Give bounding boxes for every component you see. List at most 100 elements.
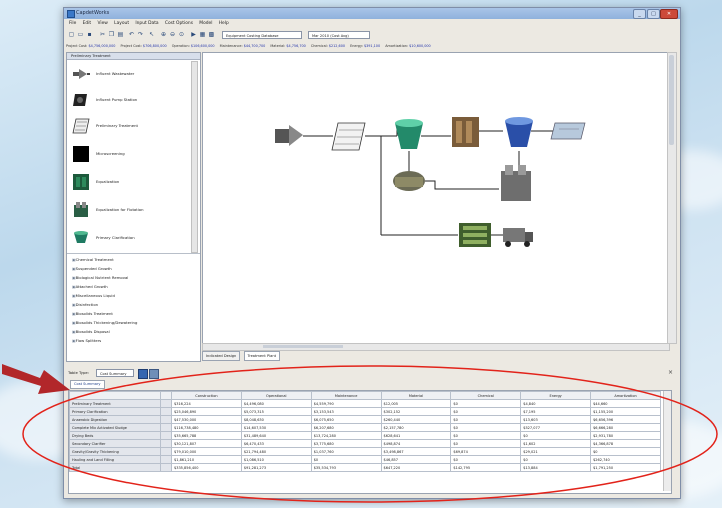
- drying-beds-node[interactable]: [459, 223, 491, 247]
- pointer-icon[interactable]: ↖: [148, 31, 155, 38]
- row-button[interactable]: [160, 415, 172, 424]
- table-row[interactable]: Gravity/Gravity Thickening $79,010,000 $21…: [69, 447, 661, 456]
- primary-clarifier-node[interactable]: [395, 119, 423, 149]
- toolbar: ▢ ▭ ▪ ✂ ❐ ▤ ↶ ↷ ↖ ⊕ ⊖ ⊙ ▶ ▦ ▩ Equipment …: [64, 29, 680, 41]
- palette-item-influent[interactable]: Influent Wastewater: [69, 63, 181, 85]
- table-cell: $0: [450, 423, 522, 432]
- close-icon[interactable]: ✕: [660, 9, 678, 19]
- run-icon[interactable]: ▶: [190, 31, 197, 38]
- row-button[interactable]: [160, 439, 172, 448]
- column-header[interactable]: Chemical: [450, 391, 522, 400]
- flowsheet-canvas[interactable]: [202, 52, 670, 344]
- table-cell: $1,602: [520, 439, 592, 448]
- hauling-truck-node[interactable]: [503, 228, 533, 247]
- palette-item-pump-station[interactable]: Influent Pump Station: [69, 89, 181, 111]
- palette-scrollbar[interactable]: [191, 61, 198, 253]
- table-row[interactable]: Primary Clarification $25,046,890 $5,073,3…: [69, 407, 661, 416]
- category-bnr[interactable]: Biological Nutrient Removal: [72, 275, 129, 280]
- menu-layout[interactable]: Layout: [114, 20, 129, 28]
- open-icon[interactable]: ▭: [77, 31, 84, 38]
- category-biosolids-thickening[interactable]: Biosolids Thickening/Dewatering: [72, 320, 138, 325]
- menu-model[interactable]: Model: [199, 20, 212, 28]
- palette-item-microscreening[interactable]: Microscreening: [69, 143, 181, 165]
- row-button[interactable]: [160, 455, 172, 464]
- column-header[interactable]: Maintenance: [310, 391, 382, 400]
- column-header[interactable]: Amortization: [590, 391, 661, 400]
- secondary-clarifier-node[interactable]: [505, 117, 533, 147]
- category-biosolids-disposal[interactable]: Biosolids Disposal: [72, 329, 110, 334]
- close-panel-icon[interactable]: ×: [668, 369, 673, 376]
- redo-icon[interactable]: ↷: [137, 31, 144, 38]
- table-icon[interactable]: ▩: [208, 31, 215, 38]
- table-row[interactable]: Total $335,856,400 $91,281,273 $35,534,793 $…: [69, 463, 661, 472]
- palette-item-preliminary[interactable]: Preliminary Treatment: [69, 115, 181, 137]
- column-header[interactable]: [69, 391, 161, 400]
- costing-database-select[interactable]: Equipment Costing Database: [222, 31, 302, 39]
- bar-screen-node[interactable]: [331, 122, 366, 151]
- column-header[interactable]: Energy: [520, 391, 592, 400]
- activated-sludge-node[interactable]: [452, 117, 479, 147]
- zoom-out-icon[interactable]: ⊖: [169, 31, 176, 38]
- column-header[interactable]: Construction: [171, 391, 242, 400]
- copy-icon[interactable]: ❐: [108, 31, 115, 38]
- category-attached-growth[interactable]: Attached Growth: [72, 284, 108, 289]
- title-bar[interactable]: CapdetWorks _ □ ✕: [64, 8, 680, 19]
- table-cell: $31,489,640: [240, 431, 312, 440]
- palette-item-primary-clarification[interactable]: Primary Clarification: [69, 227, 181, 249]
- menu-help[interactable]: Help: [219, 20, 229, 28]
- table-cell: $1,155,200: [590, 407, 661, 416]
- menu-view[interactable]: View: [97, 20, 107, 28]
- category-flow-splitters[interactable]: Flow Splitters: [72, 338, 102, 343]
- row-button[interactable]: [160, 423, 172, 432]
- cut-icon[interactable]: ✂: [99, 31, 106, 38]
- disinfection-node[interactable]: [550, 122, 586, 140]
- column-header[interactable]: Operational: [240, 391, 312, 400]
- zoom-in-icon[interactable]: ⊕: [160, 31, 167, 38]
- row-button[interactable]: [160, 431, 172, 440]
- canvas-vertical-scrollbar[interactable]: [667, 52, 677, 344]
- category-disinfection[interactable]: Disinfection: [72, 302, 98, 307]
- chart-icon[interactable]: ▦: [199, 31, 206, 38]
- table-scrollbar[interactable]: [663, 391, 671, 491]
- paste-icon[interactable]: ▤: [117, 31, 124, 38]
- table-row[interactable]: Drying Beds $35,665,788 $31,489,640 $13,724…: [69, 431, 661, 440]
- palette-item-equalization[interactable]: Equalization: [69, 171, 181, 193]
- menu-edit[interactable]: Edit: [83, 20, 92, 28]
- table-type-select[interactable]: Cost Summary: [96, 369, 134, 377]
- row-button[interactable]: [160, 463, 172, 472]
- table-row[interactable]: Hauling and Land Filling $1,861,210 $1,086…: [69, 455, 661, 464]
- category-misc-liquid[interactable]: Miscellaneous Liquid: [72, 293, 115, 298]
- zoom-fit-icon[interactable]: ⊙: [178, 31, 185, 38]
- row-button[interactable]: [160, 407, 172, 416]
- tab-treatment-plant[interactable]: Treatment Plant: [243, 351, 281, 361]
- influent-pump-node[interactable]: [275, 125, 303, 146]
- export-icon[interactable]: [138, 369, 148, 379]
- menu-file[interactable]: File: [69, 20, 76, 28]
- row-button[interactable]: [160, 399, 172, 408]
- canvas-horizontal-scrollbar[interactable]: [202, 343, 670, 351]
- tab-indicated-design[interactable]: Indicated Design: [202, 351, 241, 361]
- category-chemical-treatment[interactable]: Chemical Treatment: [72, 257, 114, 262]
- undo-icon[interactable]: ↶: [128, 31, 135, 38]
- table-row[interactable]: Complete Mix Activated Sludge $116,738,48…: [69, 423, 661, 432]
- category-biosolids-treatment[interactable]: Biosolids Treatment: [72, 311, 113, 316]
- column-header[interactable]: Material: [380, 391, 452, 400]
- palette-header[interactable]: Preliminary Treatment: [67, 53, 200, 60]
- print-icon[interactable]: [149, 369, 159, 379]
- row-label: Preliminary Treatment: [69, 399, 161, 408]
- table-row[interactable]: Preliminary Treatment $316,224 $4,496,080 $…: [69, 399, 661, 408]
- row-button[interactable]: [160, 447, 172, 456]
- anaerobic-digester-node[interactable]: [393, 171, 425, 191]
- category-suspended-growth[interactable]: Suspended Growth: [72, 266, 112, 271]
- menu-input-data[interactable]: Input Data: [135, 20, 158, 28]
- minimize-icon[interactable]: _: [633, 9, 646, 19]
- new-icon[interactable]: ▢: [68, 31, 75, 38]
- save-icon[interactable]: ▪: [86, 31, 93, 38]
- maximize-icon[interactable]: □: [647, 9, 660, 19]
- table-row[interactable]: Secondary Clarifier $30,121,807 $6,470,433…: [69, 439, 661, 448]
- menu-cost-options[interactable]: Cost Options: [165, 20, 193, 28]
- cost-index-select[interactable]: Mar 2010 (Cost Avg): [308, 31, 370, 39]
- palette-item-flotation[interactable]: Equalization for Flotation: [69, 199, 181, 221]
- gravity-thickener-node[interactable]: [501, 165, 531, 201]
- table-row[interactable]: Anaerobic Digestion $47,530,000 $8,048,630…: [69, 415, 661, 424]
